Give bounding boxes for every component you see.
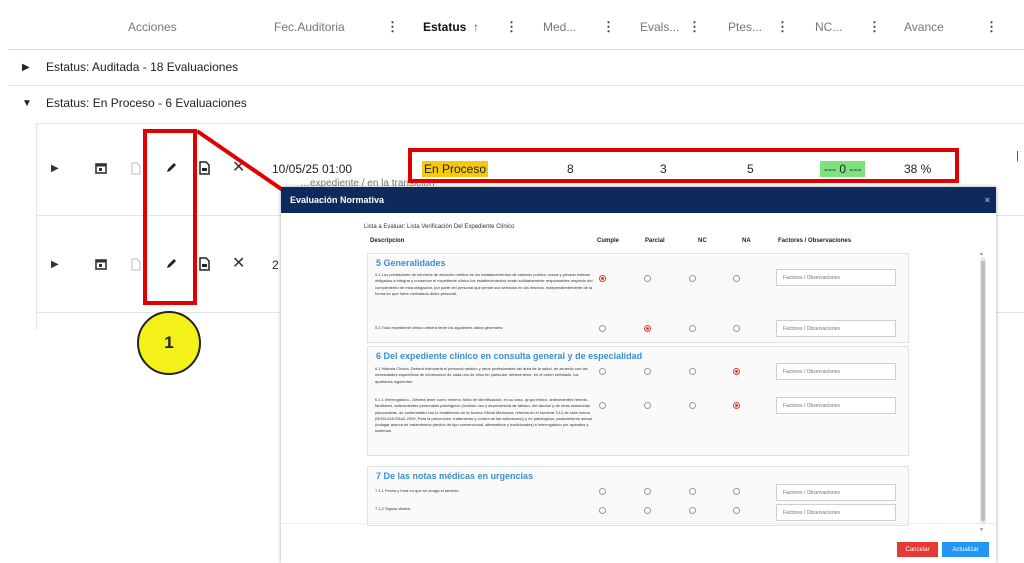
- radio-parcial[interactable]: [644, 507, 651, 514]
- radio-nc[interactable]: [689, 325, 696, 332]
- radio-cumple[interactable]: [599, 368, 606, 375]
- col-observaciones: Factores / Observaciones: [778, 238, 852, 244]
- radio-cumple[interactable]: [599, 507, 606, 514]
- modal-footer: Cancelar Actualizar: [281, 523, 996, 563]
- observaciones-input[interactable]: [776, 269, 896, 286]
- radio-cumple[interactable]: [599, 325, 606, 332]
- col-cumple: Cumple: [597, 238, 620, 244]
- radio-nc[interactable]: [689, 402, 696, 409]
- radio-parcial[interactable]: [644, 488, 651, 495]
- scroll-up-icon[interactable]: ▲: [979, 251, 984, 257]
- radio-na[interactable]: [733, 402, 740, 409]
- col-nc: NC: [698, 238, 707, 244]
- modal-scroll-thumb[interactable]: [981, 261, 985, 521]
- section-title: 6 Del expediente clínico en consulta gen…: [376, 351, 643, 361]
- radio-na[interactable]: [733, 368, 740, 375]
- question-text: 6.1 Historia Clínica. Deberá elaborarla …: [375, 366, 588, 384]
- question-text: 7.1.1 Fecha y hora en que se otorga el s…: [375, 488, 460, 493]
- close-icon[interactable]: ×: [985, 195, 990, 205]
- observaciones-input[interactable]: [776, 320, 896, 337]
- observaciones-input[interactable]: [776, 504, 896, 521]
- update-button[interactable]: Actualizar: [942, 542, 989, 557]
- question-text: 5.1 Los prestadores de servicios de aten…: [375, 272, 593, 296]
- question-text: 7.1.2 Signos vitales;: [375, 506, 411, 511]
- radio-cumple[interactable]: [599, 402, 606, 409]
- radio-na[interactable]: [733, 488, 740, 495]
- radio-cumple[interactable]: [599, 488, 606, 495]
- col-descripcion: Descripcion: [370, 238, 405, 244]
- radio-parcial[interactable]: [644, 325, 651, 332]
- radio-nc[interactable]: [689, 488, 696, 495]
- question-text: 6.1.1 Interrogatorio.- Deberá tener como…: [375, 397, 592, 434]
- evaluacion-modal: Evaluación Normativa × Lista a Evaluar: …: [281, 187, 996, 563]
- observaciones-input[interactable]: [776, 484, 896, 501]
- radio-cumple[interactable]: [599, 275, 606, 282]
- radio-nc[interactable]: [689, 368, 696, 375]
- question-text: 5.2 Todo expediente clínico deberá tener…: [375, 325, 504, 330]
- modal-header: Evaluación Normativa ×: [281, 187, 996, 213]
- cancel-button[interactable]: Cancelar: [897, 542, 938, 557]
- modal-body: Lista a Evaluar: Lista Verificación Del …: [281, 213, 996, 533]
- observaciones-input[interactable]: [776, 397, 896, 414]
- radio-nc[interactable]: [689, 275, 696, 282]
- step-badge: 1: [137, 311, 201, 375]
- page: Acciones Fec.Auditoria ⋮ Estatus ↑ ⋮ Med…: [0, 0, 1024, 563]
- modal-title: Evaluación Normativa: [290, 195, 385, 205]
- col-parcial: Parcial: [645, 238, 665, 244]
- radio-parcial[interactable]: [644, 368, 651, 375]
- observaciones-input[interactable]: [776, 363, 896, 380]
- radio-parcial[interactable]: [644, 402, 651, 409]
- radio-na[interactable]: [733, 325, 740, 332]
- col-na: NA: [742, 238, 751, 244]
- section-title: 7 De las notas médicas en urgencias: [376, 471, 534, 481]
- radio-na[interactable]: [733, 507, 740, 514]
- radio-na[interactable]: [733, 275, 740, 282]
- list-title: Lista a Evaluar: Lista Verificación Del …: [364, 224, 515, 230]
- radio-nc[interactable]: [689, 507, 696, 514]
- radio-parcial[interactable]: [644, 275, 651, 282]
- section-title: 5 Generalidades: [376, 258, 446, 268]
